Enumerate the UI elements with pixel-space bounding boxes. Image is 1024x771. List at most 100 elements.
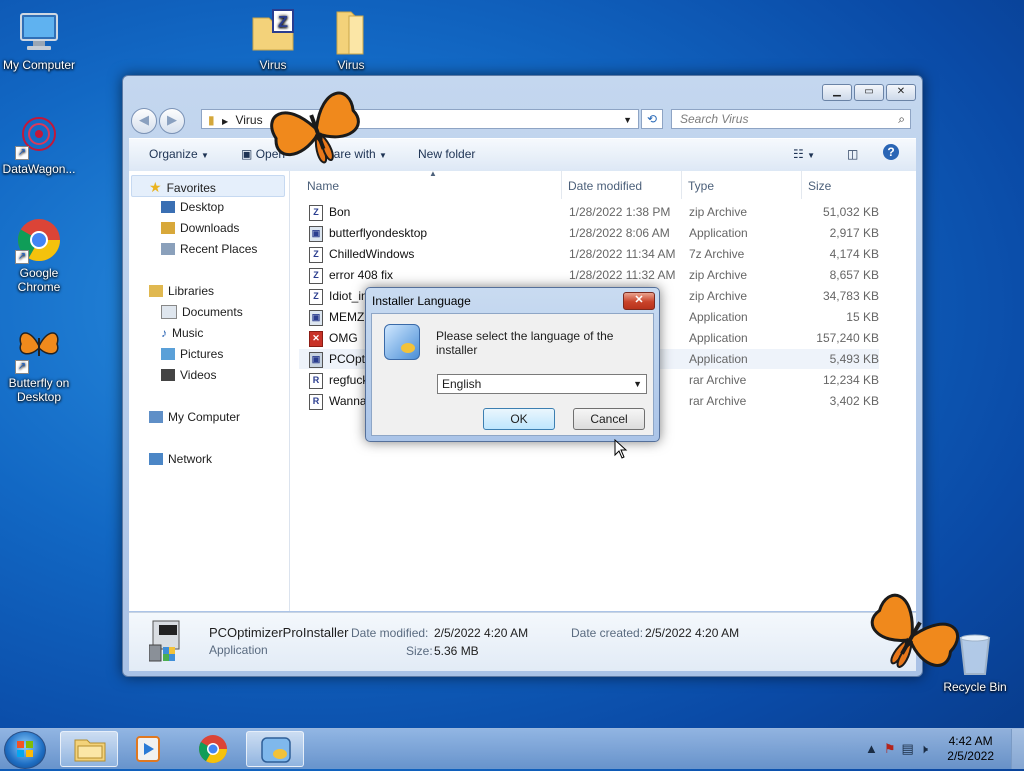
details-file-kind: Application: [209, 643, 268, 657]
breadcrumb: Virus: [235, 113, 263, 127]
dialog-close-button[interactable]: ✕: [623, 292, 655, 310]
search-icon: ⌕: [898, 112, 905, 126]
network-icon: [149, 453, 163, 465]
mouse-cursor-icon: [614, 439, 628, 459]
language-select[interactable]: English ▼: [437, 374, 647, 394]
show-hidden-icons-icon[interactable]: ▲: [865, 741, 884, 756]
details-created-value: 2/5/2022 4:20 AM: [645, 626, 740, 640]
column-separator: [561, 171, 562, 199]
window-controls: ▁ ▭ ✕: [822, 84, 916, 101]
column-header-size[interactable]: Size: [808, 179, 831, 193]
file-row[interactable]: Z Bon 1/28/2022 1:38 PM zip Archive 51,032 …: [299, 202, 879, 222]
installer-icon: [384, 324, 420, 360]
clock-date: 2/5/2022: [947, 749, 994, 763]
taskbar-media-player-button[interactable]: [120, 731, 178, 767]
column-header-name[interactable]: Name: [307, 179, 339, 193]
nav-music[interactable]: ♪ Music: [161, 326, 203, 340]
file-row[interactable]: ▣ butterflyondesktop 1/28/2022 8:06 AM App…: [299, 223, 879, 243]
nav-videos[interactable]: Videos: [161, 368, 216, 382]
preview-pane-icon[interactable]: ◫: [847, 147, 858, 161]
documents-icon: [161, 305, 177, 319]
zip-file-icon: Z: [309, 268, 323, 284]
details-size-value: 5.36 MB: [434, 644, 479, 658]
taskbar-clock[interactable]: 4:42 AM 2/5/2022: [947, 734, 994, 764]
desktop-icon-datawagon[interactable]: ↗ DataWagon...: [0, 112, 81, 176]
butterfly-graphic: [870, 593, 960, 668]
cancel-button[interactable]: Cancel: [573, 408, 645, 430]
taskbar-chrome-button[interactable]: [184, 731, 242, 767]
nav-documents[interactable]: Documents: [161, 305, 243, 319]
zip-folder-icon: Z: [249, 8, 297, 56]
windows-logo-icon: [17, 741, 33, 757]
address-row: ◀ ▶ ▮ ▶ Virus ▼ ⟲ Search Virus ⌕: [131, 106, 914, 134]
desktop-icon-virus-zip[interactable]: Z Virus: [231, 8, 315, 72]
downloads-icon: [161, 222, 175, 234]
navigation-pane: ★ Favorites Desktop Downloads Recent Plac…: [129, 171, 290, 611]
action-center-icon[interactable]: ⚑: [884, 741, 902, 756]
datawagon-icon: ↗: [15, 112, 63, 160]
shortcut-arrow-icon: ↗: [15, 146, 29, 160]
nav-my-computer[interactable]: My Computer: [149, 410, 240, 424]
column-header-date[interactable]: Date modified: [568, 179, 642, 193]
sort-ascending-icon: ▲: [429, 169, 437, 178]
nav-libraries[interactable]: Libraries: [149, 284, 214, 298]
star-icon: ★: [149, 179, 162, 195]
desktop-icon-butterfly[interactable]: ↗ Butterfly on Desktop: [0, 326, 81, 404]
desktop-icon-label: My Computer: [2, 58, 76, 72]
desktop-icon-virus-folder[interactable]: Virus: [309, 8, 393, 72]
forward-button[interactable]: ▶: [159, 108, 185, 134]
network-icon[interactable]: ▤: [902, 741, 920, 756]
breadcrumb-arrow-icon: ▶: [221, 117, 229, 126]
desktop-icon-label: Virus: [337, 58, 365, 72]
desktop-icon-label: DataWagon...: [2, 162, 76, 176]
ok-button[interactable]: OK: [483, 408, 555, 430]
language-select-value: English: [442, 377, 482, 391]
zip-file-icon: Z: [309, 247, 323, 263]
details-created-label: Date created:: [571, 626, 644, 640]
taskbar-explorer-button[interactable]: [60, 731, 118, 767]
search-placeholder: Search Virus: [680, 112, 749, 126]
nav-favorites[interactable]: ★ Favorites: [149, 179, 216, 196]
taskbar: ▲⚑▤🕨 4:42 AM 2/5/2022: [0, 728, 1024, 769]
rar-file-icon: R: [309, 373, 323, 389]
nav-downloads[interactable]: Downloads: [161, 221, 239, 235]
minimize-button[interactable]: ▁: [822, 84, 852, 101]
organize-button[interactable]: Organize ▼: [149, 147, 209, 161]
chrome-icon: [199, 735, 227, 763]
installer-language-dialog: Installer Language ✕ Please select the l…: [365, 287, 660, 442]
nav-recent-places[interactable]: Recent Places: [161, 242, 257, 256]
nav-network[interactable]: Network: [149, 452, 212, 466]
dialog-body: Please select the language of the instal…: [371, 313, 654, 436]
back-button[interactable]: ◀: [131, 108, 157, 134]
file-row[interactable]: Z error 408 fix 1/28/2022 11:32 AM zip Arc…: [299, 265, 879, 285]
nav-desktop[interactable]: Desktop: [161, 200, 224, 214]
nav-pictures[interactable]: Pictures: [161, 347, 223, 361]
chevron-down-icon: ▼: [633, 379, 642, 389]
column-separator: [681, 171, 682, 199]
file-row[interactable]: Z ChilledWindows 1/28/2022 11:34 AM 7z Arc…: [299, 244, 879, 264]
desktop-icon-google-chrome[interactable]: ↗ Google Chrome: [0, 216, 81, 294]
show-desktop-button[interactable]: [1011, 729, 1024, 769]
recent-places-icon: [161, 243, 175, 255]
views-button[interactable]: ☷ ▼: [793, 147, 815, 161]
taskbar-installer-button[interactable]: [246, 731, 304, 767]
computer-icon: [149, 411, 163, 423]
address-dropdown-icon[interactable]: ▼: [623, 110, 632, 130]
desktop-icon-label: Butterfly on Desktop: [8, 376, 70, 404]
zip-file-icon: Z: [309, 289, 323, 305]
search-input[interactable]: Search Virus ⌕: [671, 109, 911, 129]
close-button[interactable]: ✕: [886, 84, 916, 101]
installer-large-icon: [148, 619, 189, 663]
volume-icon[interactable]: 🕨: [920, 741, 934, 756]
refresh-button[interactable]: ⟲: [641, 109, 663, 129]
maximize-button[interactable]: ▭: [854, 84, 884, 101]
details-file-name: PCOptimizerProInstaller: [209, 625, 349, 640]
dialog-message: Please select the language of the instal…: [436, 329, 614, 357]
help-icon[interactable]: ?: [883, 144, 899, 160]
start-button[interactable]: [4, 731, 46, 769]
butterfly-graphic: [270, 91, 360, 164]
desktop-icon-my-computer[interactable]: My Computer: [0, 8, 81, 72]
new-folder-button[interactable]: New folder: [418, 147, 475, 161]
dialog-title: Installer Language: [372, 294, 471, 308]
column-header-type[interactable]: Type: [688, 179, 714, 193]
